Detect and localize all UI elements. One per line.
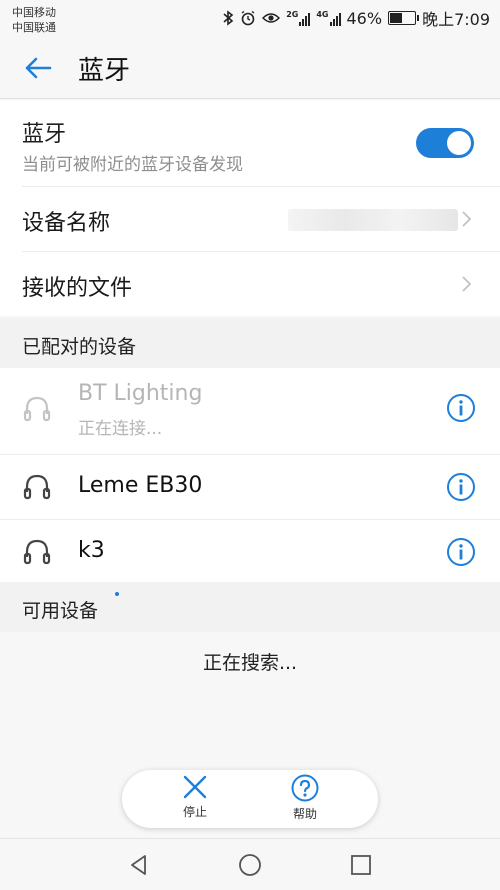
carrier-2: 中国联通 <box>12 21 56 34</box>
close-icon <box>183 775 207 799</box>
chevron-right-icon <box>462 211 472 227</box>
chevron-right-icon <box>462 276 472 292</box>
help-icon <box>291 774 319 802</box>
back-button[interactable] <box>18 48 58 88</box>
help-button[interactable]: 帮助 <box>260 774 350 822</box>
searching-status: 正在搜索... <box>202 652 298 674</box>
switch-knob <box>447 131 471 155</box>
page-title: 蓝牙 <box>78 56 131 86</box>
headset-icon <box>23 396 51 422</box>
arrow-left-icon <box>25 57 52 79</box>
paired-device-row[interactable]: Leme EB30 <box>0 455 500 520</box>
device-name-row[interactable]: 设备名称 <box>22 187 500 252</box>
nav-home-icon[interactable] <box>236 851 264 879</box>
paired-devices-header: 已配对的设备 <box>0 318 500 368</box>
bluetooth-switch[interactable] <box>416 128 474 158</box>
device-name: BT Lighting <box>78 381 203 406</box>
received-files-row[interactable]: 接收的文件 <box>22 252 500 316</box>
alarm-icon <box>241 10 255 26</box>
paired-devices-title: 已配对的设备 <box>22 336 137 358</box>
status-icons: 2G 4G 46% 晚上7:09 <box>222 6 490 30</box>
scanning-indicator <box>115 592 119 596</box>
received-files-label: 接收的文件 <box>22 276 133 301</box>
paired-device-row[interactable]: BT Lighting 正在连接... <box>0 368 500 455</box>
help-label: 帮助 <box>292 807 317 821</box>
headset-icon <box>23 539 51 565</box>
device-name-value-blurred <box>288 209 458 231</box>
paired-devices-list: BT Lighting 正在连接... Leme EB30 k3 <box>0 368 500 584</box>
device-name-label: 设备名称 <box>22 211 111 236</box>
system-navigation-bar <box>0 838 500 890</box>
info-icon[interactable] <box>446 537 476 567</box>
nav-recent-icon[interactable] <box>347 851 375 879</box>
stop-button[interactable]: 停止 <box>150 774 240 820</box>
status-bar: 中国移动 中国联通 2G 4G 46% 晚上7:09 <box>0 0 500 36</box>
bluetooth-toggle-row[interactable]: 蓝牙 当前可被附近的蓝牙设备发现 <box>22 100 500 187</box>
network-type-1: 2G <box>286 10 299 19</box>
available-devices-header: 可用设备 <box>0 582 500 632</box>
battery-fill <box>390 13 403 23</box>
device-name: Leme EB30 <box>78 473 203 498</box>
device-name: k3 <box>78 538 105 563</box>
headset-icon <box>23 474 51 500</box>
nav-back-icon[interactable] <box>125 851 153 879</box>
available-devices-title: 可用设备 <box>22 600 99 622</box>
clock: 晚上7:09 <box>422 10 490 29</box>
bluetooth-label: 蓝牙 <box>22 122 67 147</box>
bottom-action-bar: 停止 帮助 <box>122 770 378 828</box>
paired-device-row[interactable]: k3 <box>0 520 500 584</box>
bluetooth-settings-card: 蓝牙 当前可被附近的蓝牙设备发现 设备名称 接收的文件 <box>0 100 500 316</box>
bluetooth-subtitle: 当前可被附近的蓝牙设备发现 <box>22 155 243 175</box>
info-icon[interactable] <box>446 472 476 502</box>
stop-label: 停止 <box>182 805 207 819</box>
signal-icon-2 <box>329 10 341 26</box>
device-status: 正在连接... <box>78 419 163 439</box>
app-bar: 蓝牙 <box>0 36 500 99</box>
battery-icon <box>388 11 420 25</box>
info-icon[interactable] <box>446 393 476 423</box>
bluetooth-icon <box>223 10 234 26</box>
eye-icon <box>262 13 281 23</box>
carrier-1: 中国移动 <box>12 6 56 19</box>
battery-percent: 46% <box>346 8 383 28</box>
signal-icon <box>299 10 311 26</box>
network-type-2: 4G <box>316 10 329 19</box>
